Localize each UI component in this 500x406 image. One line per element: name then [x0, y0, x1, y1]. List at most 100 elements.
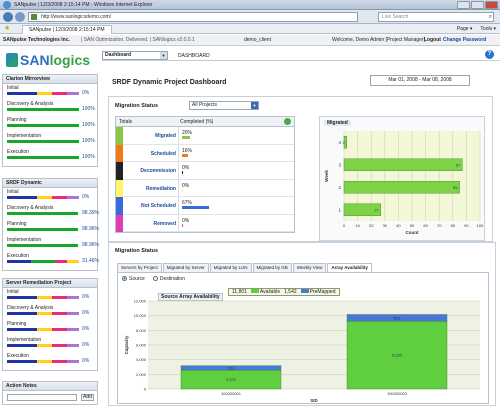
project-select[interactable]: All Projects ▼	[189, 101, 259, 110]
col-totals: Totals	[119, 119, 133, 125]
maximize-button[interactable]	[471, 1, 484, 9]
sidebar-progress-item[interactable]: Execution 31.46%	[3, 252, 99, 268]
table-row[interactable]: Decommission 0%	[116, 162, 294, 180]
sidebar-progress-item[interactable]: Execution 100%	[3, 148, 97, 164]
progress-segment	[52, 312, 67, 315]
progress-bar	[7, 212, 79, 215]
favorites-star-icon[interactable]: ★	[4, 25, 10, 32]
migration-status-card: Migration Status All Projects ▼ Totals C…	[108, 96, 493, 242]
status-name-link[interactable]: Remediation	[146, 186, 176, 192]
search-input[interactable]: Live Search ⌕	[378, 12, 494, 22]
browser-titlebar: SANpulse | 12/3/2008 2:15:14 PM - Window…	[0, 0, 500, 10]
logout-link[interactable]: Logout	[424, 37, 441, 43]
progress-bar	[7, 92, 79, 95]
table-row[interactable]: Removed 0%	[116, 214, 294, 232]
progress-bar	[7, 260, 79, 263]
date-range[interactable]: Mar 01, 2008 - Mar 08, 2008	[370, 75, 470, 86]
progress-segment	[7, 92, 37, 95]
sidebar-progress-item[interactable]: Implementation 0%	[3, 336, 97, 352]
cell-divider	[178, 144, 179, 162]
refresh-icon[interactable]	[284, 118, 291, 125]
sidebar-progress-item[interactable]: Initial 0%	[3, 288, 97, 304]
tab-migrated-by-lun[interactable]: Migrated by LUN	[209, 263, 252, 272]
sidebar-progress-item[interactable]: Planning 100%	[3, 116, 97, 132]
progress-segment	[7, 212, 78, 215]
panel-title: Clarion Mirrorview	[3, 75, 97, 84]
x-tick-label: 80	[451, 223, 456, 228]
forward-icon[interactable]	[15, 12, 25, 22]
tools-menu[interactable]: Tools ▾	[480, 26, 496, 32]
table-row[interactable]: Scheduled 16%	[116, 144, 294, 162]
status-progress-bar	[182, 171, 183, 174]
status-name-link[interactable]: Removed	[153, 221, 176, 227]
sidebar-progress-item[interactable]: Discovery & Analysis 98.39%	[3, 204, 99, 220]
action-notes-panel: Action Notes Add	[2, 381, 98, 405]
sidebar-progress-item[interactable]: Planning 0%	[3, 320, 97, 336]
status-progress-bar	[182, 188, 183, 192]
minimize-button[interactable]	[457, 1, 470, 9]
tab-content: Source Destination 11,801 Available 1,54…	[117, 272, 489, 404]
x-axis-label: Count	[406, 230, 419, 235]
page-menu[interactable]: Page ▾	[457, 26, 473, 32]
x-tick-label: 20	[369, 223, 374, 228]
progress-bar	[7, 124, 79, 127]
status-name-link[interactable]: Scheduled	[151, 151, 176, 157]
sidebar-progress-item[interactable]: Initial 0%	[3, 188, 97, 204]
progress-label: Planning	[7, 321, 27, 327]
sidebar-progress-item[interactable]: Discovery & Analysis 0%	[3, 304, 97, 320]
bar[interactable]	[343, 181, 460, 194]
progress-segment	[67, 260, 79, 263]
status-name-link[interactable]: Migrated	[155, 133, 176, 139]
progress-percent: 0%	[82, 310, 90, 316]
tab-migrated-by-gb[interactable]: Migrated by GB	[252, 263, 292, 272]
status-name-link[interactable]: Decommission	[140, 168, 176, 174]
progress-segment	[7, 260, 31, 263]
table-row[interactable]: Remediation 0%	[116, 179, 294, 197]
x-tick-label: 30	[383, 223, 388, 228]
progress-bar	[7, 108, 79, 111]
tab-servers-by-project[interactable]: Servers by Project	[117, 263, 162, 272]
dashboard-select[interactable]: Dashboard ▼	[102, 51, 168, 60]
ie-icon	[3, 1, 11, 9]
sidebar-progress-item[interactable]: Discovery & Analysis 100%	[3, 100, 97, 116]
address-bar: http://www.sanlogicsdemo.com/ Live Searc…	[0, 10, 500, 24]
tab-migrated-by-server[interactable]: Migrated by Server	[162, 263, 209, 272]
chevron-down-icon[interactable]: ▼	[160, 52, 167, 59]
status-name-link[interactable]: Not Scheduled	[141, 203, 176, 209]
sidebar-progress-item[interactable]: Execution 0%	[3, 352, 97, 368]
progress-percent: 98.96%	[82, 242, 99, 248]
migration-status-table: Totals Completed (%) Migrated 20% Schedu…	[115, 116, 295, 233]
browser-tab[interactable]: SANpulse | 12/3/2008 2:15:14 PM	[22, 25, 112, 34]
url-input[interactable]: http://www.sanlogicsdemo.com/	[28, 12, 358, 22]
panel-title: SRDF Dynamic	[3, 179, 97, 188]
action-note-input[interactable]	[7, 394, 77, 401]
sidebar-progress-item[interactable]: Initial 0%	[3, 84, 97, 100]
chevron-down-icon[interactable]: ▼	[251, 102, 258, 109]
search-icon[interactable]: ⌕	[489, 13, 492, 21]
company-name: SANpulse Technologies Inc.	[3, 37, 70, 43]
col-completed: Completed (%)	[180, 119, 214, 125]
tab-array-availability[interactable]: Array Availability	[327, 263, 372, 272]
y-tick-label: 4	[338, 140, 341, 145]
sidebar-panel-server-remediation: Server Remediation Project Initial 0% Disc…	[2, 278, 98, 371]
help-icon[interactable]: ?	[485, 50, 494, 59]
progress-segment	[37, 328, 52, 331]
progress-segment	[7, 140, 79, 143]
back-icon[interactable]	[3, 12, 13, 22]
tab-weekly-view[interactable]: Weekly View	[292, 263, 327, 272]
bar[interactable]	[343, 158, 463, 171]
close-button[interactable]	[485, 1, 498, 9]
migration-status-tabs-card: Migration Status Servers by Project Migra…	[108, 242, 496, 406]
progress-label: Implementation	[7, 337, 42, 343]
change-password-link[interactable]: Change Password	[443, 37, 486, 43]
progress-label: Execution	[7, 253, 29, 259]
sidebar-progress-item[interactable]: Implementation 98.96%	[3, 236, 99, 252]
x-tick-label: 70	[437, 223, 442, 228]
add-note-button[interactable]: Add	[81, 394, 94, 401]
sidebar-progress-item[interactable]: Planning 98.96%	[3, 220, 99, 236]
table-row[interactable]: Migrated 20%	[116, 127, 294, 145]
progress-bar	[7, 140, 79, 143]
progress-label: Execution	[7, 353, 29, 359]
table-row[interactable]: Not Scheduled 67%	[116, 197, 294, 215]
sidebar-progress-item[interactable]: Implementation 100%	[3, 132, 97, 148]
